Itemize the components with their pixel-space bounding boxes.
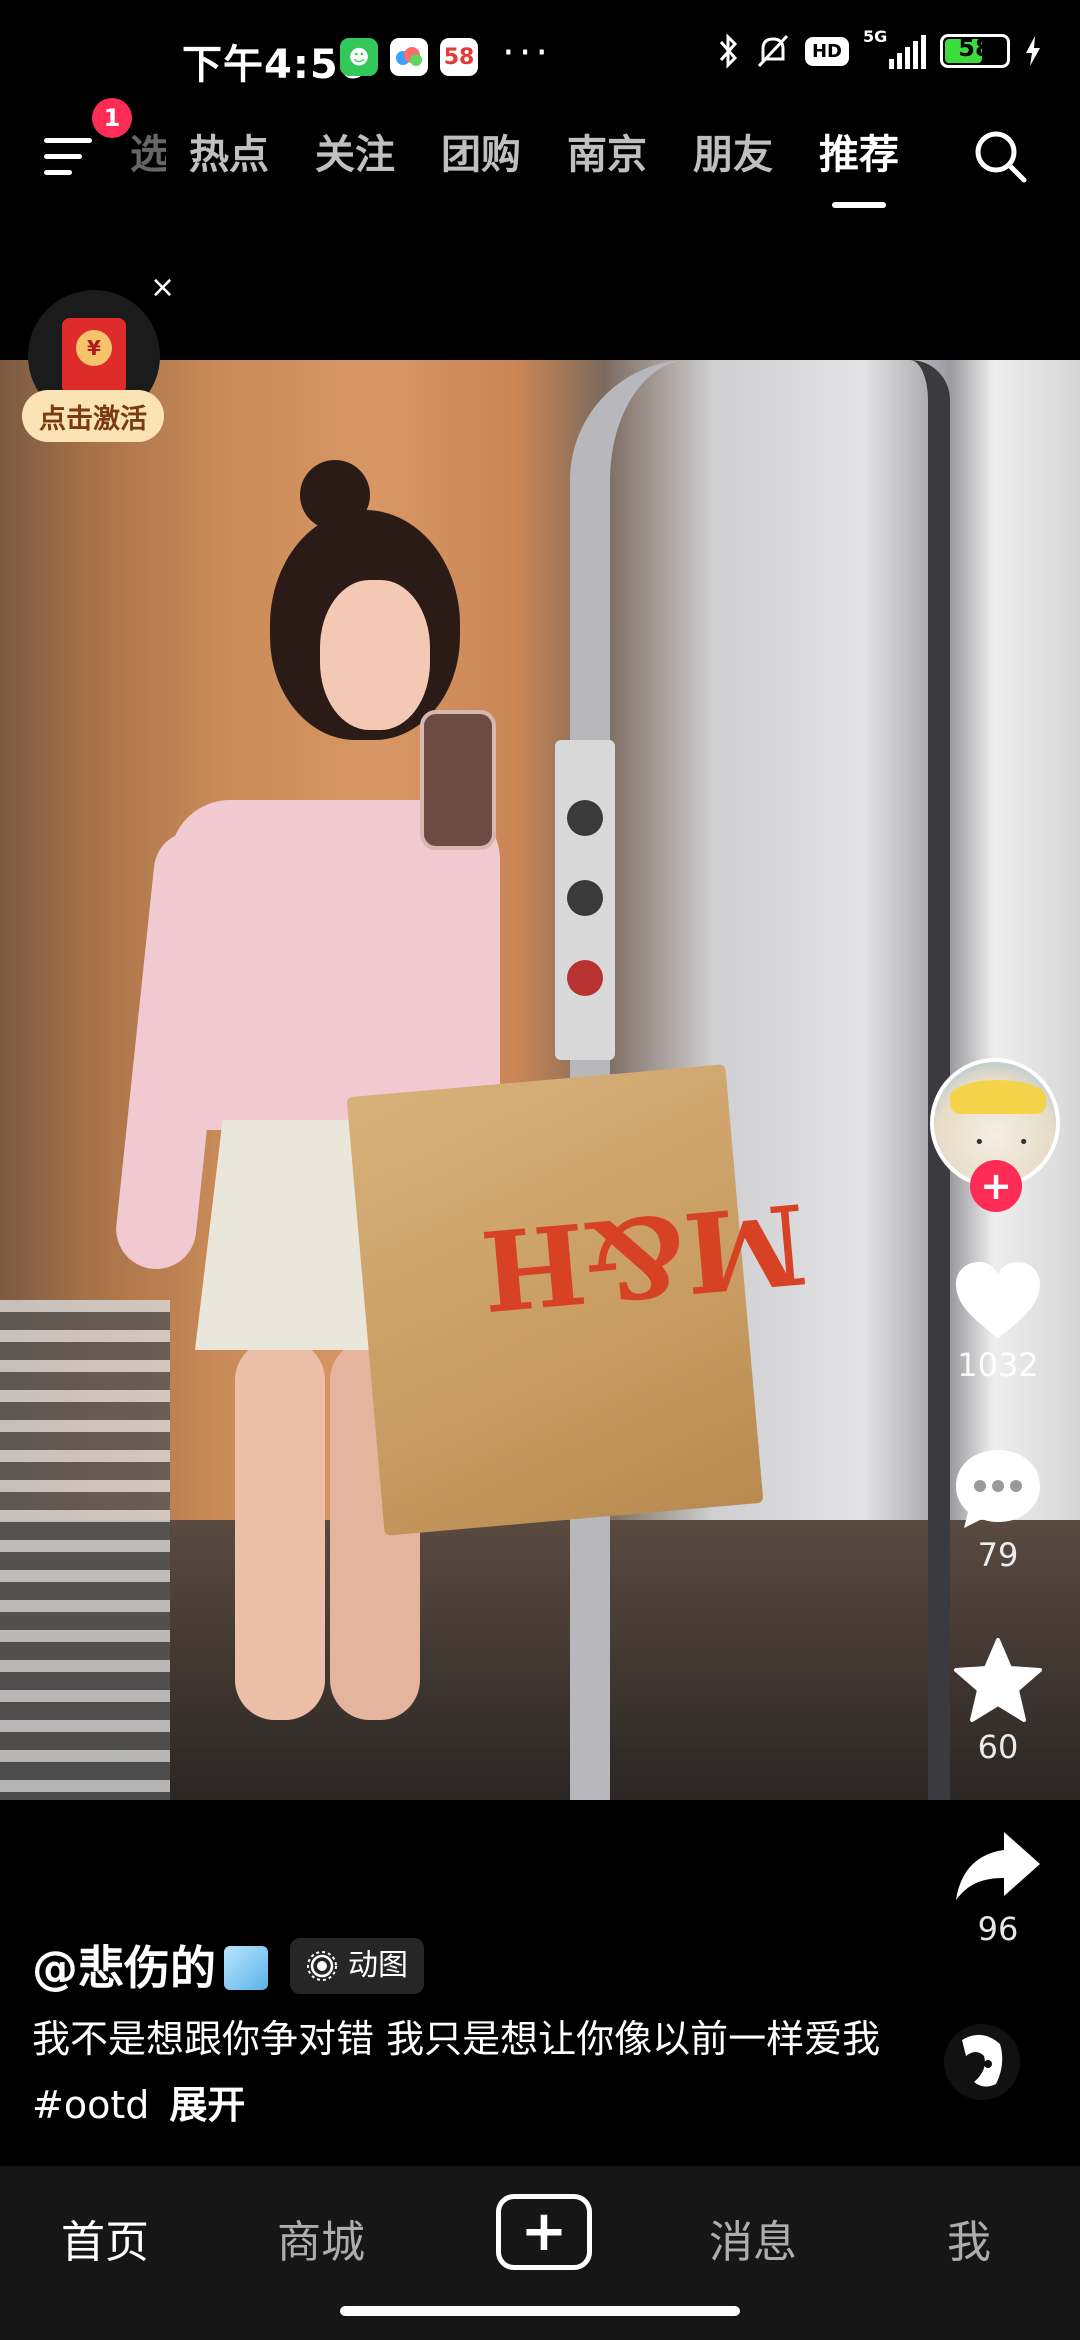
tab-partial[interactable]: 选: [130, 122, 166, 188]
follow-button[interactable]: +: [970, 1160, 1022, 1212]
battery-icon: 58: [940, 34, 1010, 68]
mute-bell-icon: [757, 34, 789, 68]
close-icon[interactable]: ×: [150, 270, 175, 305]
nav-mall[interactable]: 商城: [246, 2206, 396, 2270]
tab-group-buy[interactable]: 团购: [418, 122, 544, 188]
share-icon: [956, 1832, 1040, 1900]
coin-icon: ¥: [76, 330, 112, 366]
photo-control-panel: [555, 740, 615, 1060]
ice-cube-emoji-icon: [224, 1946, 268, 1990]
home-indicator[interactable]: [340, 2306, 740, 2316]
58-app-icon: 58: [440, 38, 478, 76]
comment-count: 79: [977, 1536, 1019, 1574]
comment-button[interactable]: 79: [940, 1446, 1056, 1574]
favorite-count: 60: [977, 1728, 1019, 1766]
signal-icon: 5G: [863, 27, 926, 69]
tab-recommended[interactable]: 推荐: [796, 122, 922, 208]
live-photo-icon: [307, 1951, 337, 1981]
comment-icon: [956, 1450, 1040, 1528]
menu-notification-badge: 1: [92, 98, 132, 138]
more-notifications-icon: ···: [502, 30, 553, 76]
share-button[interactable]: 96: [940, 1826, 1056, 1948]
menu-icon[interactable]: [44, 130, 96, 182]
tab-hot[interactable]: 热点: [166, 122, 292, 188]
charging-icon: [1026, 36, 1040, 66]
tab-following[interactable]: 关注: [292, 122, 418, 188]
favorite-button[interactable]: 60: [940, 1636, 1056, 1766]
avatar-face: • •: [974, 1132, 1043, 1153]
tab-friends[interactable]: 朋友: [670, 122, 796, 188]
create-post-button[interactable]: +: [496, 2194, 592, 2270]
animated-image-tag[interactable]: 动图: [290, 1938, 424, 1994]
nav-home[interactable]: 首页: [30, 2206, 180, 2270]
heart-icon: [956, 1262, 1040, 1338]
photo-phone: [420, 710, 496, 850]
nav-messages[interactable]: 消息: [678, 2206, 828, 2270]
activate-button[interactable]: 点击激活: [22, 390, 164, 442]
top-nav: 选 热点 关注 团购 南京 朋友 推荐: [0, 110, 1080, 220]
expand-button[interactable]: 展开: [169, 2083, 245, 2127]
post-caption[interactable]: 我不是想跟你争对错 我只是想让你像以前一样爱我#ootd 展开: [32, 2006, 912, 2138]
photo-stairs: [0, 1300, 170, 1800]
photo-shopping-bag: M&H: [346, 1064, 812, 1536]
caption-text: 我不是想跟你争对错 我只是想让你像以前一样爱我#ootd: [32, 2017, 881, 2127]
green-app-icon: ☻: [340, 38, 378, 76]
nav-me[interactable]: 我: [894, 2206, 1044, 2270]
post-photo[interactable]: M&H: [0, 360, 1080, 1800]
network-label: 5G: [863, 27, 888, 46]
photo-person-leg: [235, 1340, 325, 1720]
star-icon: [954, 1638, 1042, 1722]
feed-tabs: 选 热点 关注 团购 南京 朋友 推荐: [130, 122, 922, 208]
like-button[interactable]: 1032: [940, 1258, 1056, 1384]
tab-nanjing[interactable]: 南京: [544, 122, 670, 188]
search-icon[interactable]: [970, 126, 1030, 186]
status-bar: 下午4:56 ☻ 58 ··· HD 5G 58: [0, 0, 1080, 118]
battery-level: 58: [958, 34, 992, 62]
music-disc-icon[interactable]: [940, 2020, 1024, 2104]
author-name[interactable]: @悲伤的: [32, 1932, 268, 1998]
share-count: 96: [977, 1910, 1019, 1948]
hd-icon: HD: [804, 36, 849, 66]
like-count: 1032: [957, 1346, 1039, 1384]
status-indicators: HD 5G 58: [717, 27, 1042, 70]
author-handle[interactable]: @悲伤的: [32, 1941, 216, 1995]
avatar-hat: [950, 1080, 1046, 1114]
cloud-app-icon: [390, 38, 428, 76]
tag-label: 动图: [348, 1948, 408, 1983]
photo-person-face: [320, 580, 430, 730]
bluetooth-icon: [719, 33, 738, 69]
